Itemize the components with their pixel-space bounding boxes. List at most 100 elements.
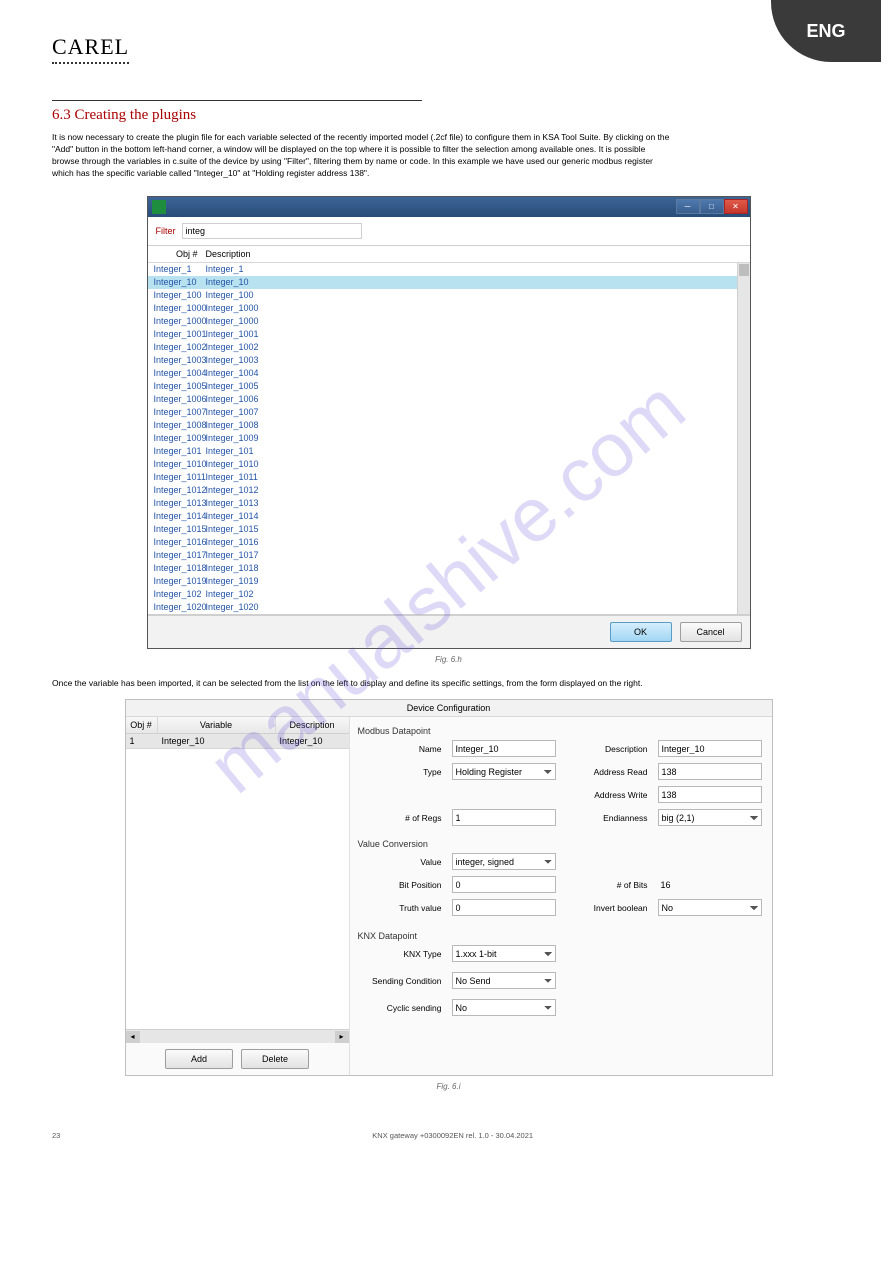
row-obj: Integer_1012 bbox=[154, 485, 206, 495]
scrollbar-thumb[interactable] bbox=[739, 264, 749, 276]
list-row[interactable]: Integer_1008Integer_1008 bbox=[148, 419, 750, 432]
list-row[interactable]: Integer_1003Integer_1003 bbox=[148, 354, 750, 367]
row-desc: Integer_10 bbox=[206, 277, 744, 287]
row-desc: Integer_1016 bbox=[206, 537, 744, 547]
cancel-button[interactable]: Cancel bbox=[680, 622, 742, 642]
figure-label-2: Fig. 6.i bbox=[52, 1082, 845, 1091]
list-row[interactable]: Integer_10Integer_10 bbox=[148, 276, 750, 289]
list-row[interactable]: Integer_1002Integer_1002 bbox=[148, 341, 750, 354]
list-row[interactable]: Integer_1018Integer_1018 bbox=[148, 562, 750, 575]
cyclic-label: Cyclic sending bbox=[358, 1003, 444, 1013]
row-desc: Integer_1004 bbox=[206, 368, 744, 378]
row-desc: Integer_102 bbox=[206, 589, 744, 599]
section-separator bbox=[52, 100, 422, 101]
list-row[interactable]: Integer_100Integer_100 bbox=[148, 289, 750, 302]
button-row: OK Cancel bbox=[148, 615, 750, 648]
row-obj: Integer_1001 bbox=[154, 329, 206, 339]
row-desc: Integer_1018 bbox=[206, 563, 744, 573]
regs-input[interactable] bbox=[452, 809, 556, 826]
list-row[interactable]: Integer_1001Integer_1001 bbox=[148, 328, 750, 341]
left-pane: Obj # Variable Description 1 Integer_10 … bbox=[126, 717, 350, 1075]
row-obj: Integer_1011 bbox=[154, 472, 206, 482]
value-label: Value bbox=[358, 857, 444, 867]
list-row[interactable]: Integer_1011Integer_1011 bbox=[148, 471, 750, 484]
name-input[interactable] bbox=[452, 740, 556, 757]
row-obj: Integer_1007 bbox=[154, 407, 206, 417]
add-button[interactable]: Add bbox=[165, 1049, 233, 1069]
filter-dialog: ─ □ ✕ Filter Obj # Description Integer_1… bbox=[147, 196, 751, 649]
name-label: Name bbox=[358, 744, 444, 754]
maximize-button[interactable]: □ bbox=[700, 199, 724, 214]
row-obj: Integer_1005 bbox=[154, 381, 206, 391]
row-desc: Integer_1000 bbox=[206, 316, 744, 326]
list-row[interactable]: Integer_1007Integer_1007 bbox=[148, 406, 750, 419]
list-row[interactable]: Integer_1015Integer_1015 bbox=[148, 523, 750, 536]
list-row[interactable]: Integer_1000Integer_1000 bbox=[148, 302, 750, 315]
row-desc: Integer_1011 bbox=[206, 472, 744, 482]
row-obj: Integer_1017 bbox=[154, 550, 206, 560]
app-icon bbox=[152, 200, 166, 214]
type-select[interactable]: Holding Register bbox=[452, 763, 556, 780]
list-row[interactable]: Integer_1014Integer_1014 bbox=[148, 510, 750, 523]
addr-read-input[interactable] bbox=[658, 763, 762, 780]
row-desc: Integer_1020 bbox=[206, 602, 744, 612]
cyclic-select[interactable]: No bbox=[452, 999, 556, 1016]
invbool-label: Invert boolean bbox=[564, 903, 650, 913]
horizontal-scrollbar[interactable]: ◂ ▸ bbox=[126, 1029, 349, 1043]
sendcond-label: Sending Condition bbox=[358, 976, 444, 986]
row-obj: Integer_1002 bbox=[154, 342, 206, 352]
list-row[interactable]: Integer_1Integer_1 bbox=[148, 263, 750, 276]
row-obj: Integer_1020 bbox=[154, 602, 206, 612]
sendcond-select[interactable]: No Send bbox=[452, 972, 556, 989]
list-row[interactable]: Integer_1012Integer_1012 bbox=[148, 484, 750, 497]
list-row[interactable]: Integer_102Integer_102 bbox=[148, 588, 750, 601]
list-row[interactable]: Integer_1000Integer_1000 bbox=[148, 315, 750, 328]
type-label: Type bbox=[358, 767, 444, 777]
row-obj: Integer_1013 bbox=[154, 498, 206, 508]
row-desc: Integer_1008 bbox=[206, 420, 744, 430]
scroll-right-icon[interactable]: ▸ bbox=[335, 1031, 349, 1043]
list-row[interactable]: Integer_1019Integer_1019 bbox=[148, 575, 750, 588]
page-footer: 23 KNX gateway +0300092EN rel. 1.0 - 30.… bbox=[52, 1131, 845, 1140]
ok-button[interactable]: OK bbox=[610, 622, 672, 642]
left-col-desc: Description bbox=[276, 717, 349, 733]
addr-write-input[interactable] bbox=[658, 786, 762, 803]
truth-input[interactable] bbox=[452, 899, 556, 916]
list-row[interactable]: Integer_1006Integer_1006 bbox=[148, 393, 750, 406]
dialog2-title: Device Configuration bbox=[126, 700, 772, 717]
list-row[interactable]: Integer_1020Integer_1020 bbox=[148, 601, 750, 614]
bitpos-input[interactable] bbox=[452, 876, 556, 893]
scroll-left-icon[interactable]: ◂ bbox=[126, 1031, 140, 1043]
list-row[interactable]: Integer_1009Integer_1009 bbox=[148, 432, 750, 445]
left-row[interactable]: 1 Integer_10 Integer_10 bbox=[126, 734, 349, 749]
filter-bar: Filter bbox=[148, 217, 750, 246]
minimize-button[interactable]: ─ bbox=[676, 199, 700, 214]
row-obj: Integer_1009 bbox=[154, 433, 206, 443]
endian-select[interactable]: big (2,1) bbox=[658, 809, 762, 826]
delete-button[interactable]: Delete bbox=[241, 1049, 309, 1069]
row-desc: Integer_1015 bbox=[206, 524, 744, 534]
knxtype-select[interactable]: 1.xxx 1-bit bbox=[452, 945, 556, 962]
list-row[interactable]: Integer_1010Integer_1010 bbox=[148, 458, 750, 471]
list-row[interactable]: Integer_1013Integer_1013 bbox=[148, 497, 750, 510]
endian-label: Endianness bbox=[564, 813, 650, 823]
list-row[interactable]: Integer_101Integer_101 bbox=[148, 445, 750, 458]
row-obj: Integer_1016 bbox=[154, 537, 206, 547]
left-list-space bbox=[126, 749, 349, 1029]
filter-input[interactable] bbox=[182, 223, 362, 239]
row-desc: Integer_1007 bbox=[206, 407, 744, 417]
list-row[interactable]: Integer_1017Integer_1017 bbox=[148, 549, 750, 562]
row-desc: Integer_1002 bbox=[206, 342, 744, 352]
left-row-obj: 1 bbox=[126, 734, 158, 748]
device-config-dialog: Device Configuration Obj # Variable Desc… bbox=[125, 699, 773, 1076]
row-desc: Integer_1012 bbox=[206, 485, 744, 495]
row-desc: Integer_1003 bbox=[206, 355, 744, 365]
desc-input[interactable] bbox=[658, 740, 762, 757]
value-select[interactable]: integer, signed bbox=[452, 853, 556, 870]
row-obj: Integer_1 bbox=[154, 264, 206, 274]
list-row[interactable]: Integer_1004Integer_1004 bbox=[148, 367, 750, 380]
close-button[interactable]: ✕ bbox=[724, 199, 748, 214]
invbool-select[interactable]: No bbox=[658, 899, 762, 916]
list-row[interactable]: Integer_1016Integer_1016 bbox=[148, 536, 750, 549]
list-row[interactable]: Integer_1005Integer_1005 bbox=[148, 380, 750, 393]
